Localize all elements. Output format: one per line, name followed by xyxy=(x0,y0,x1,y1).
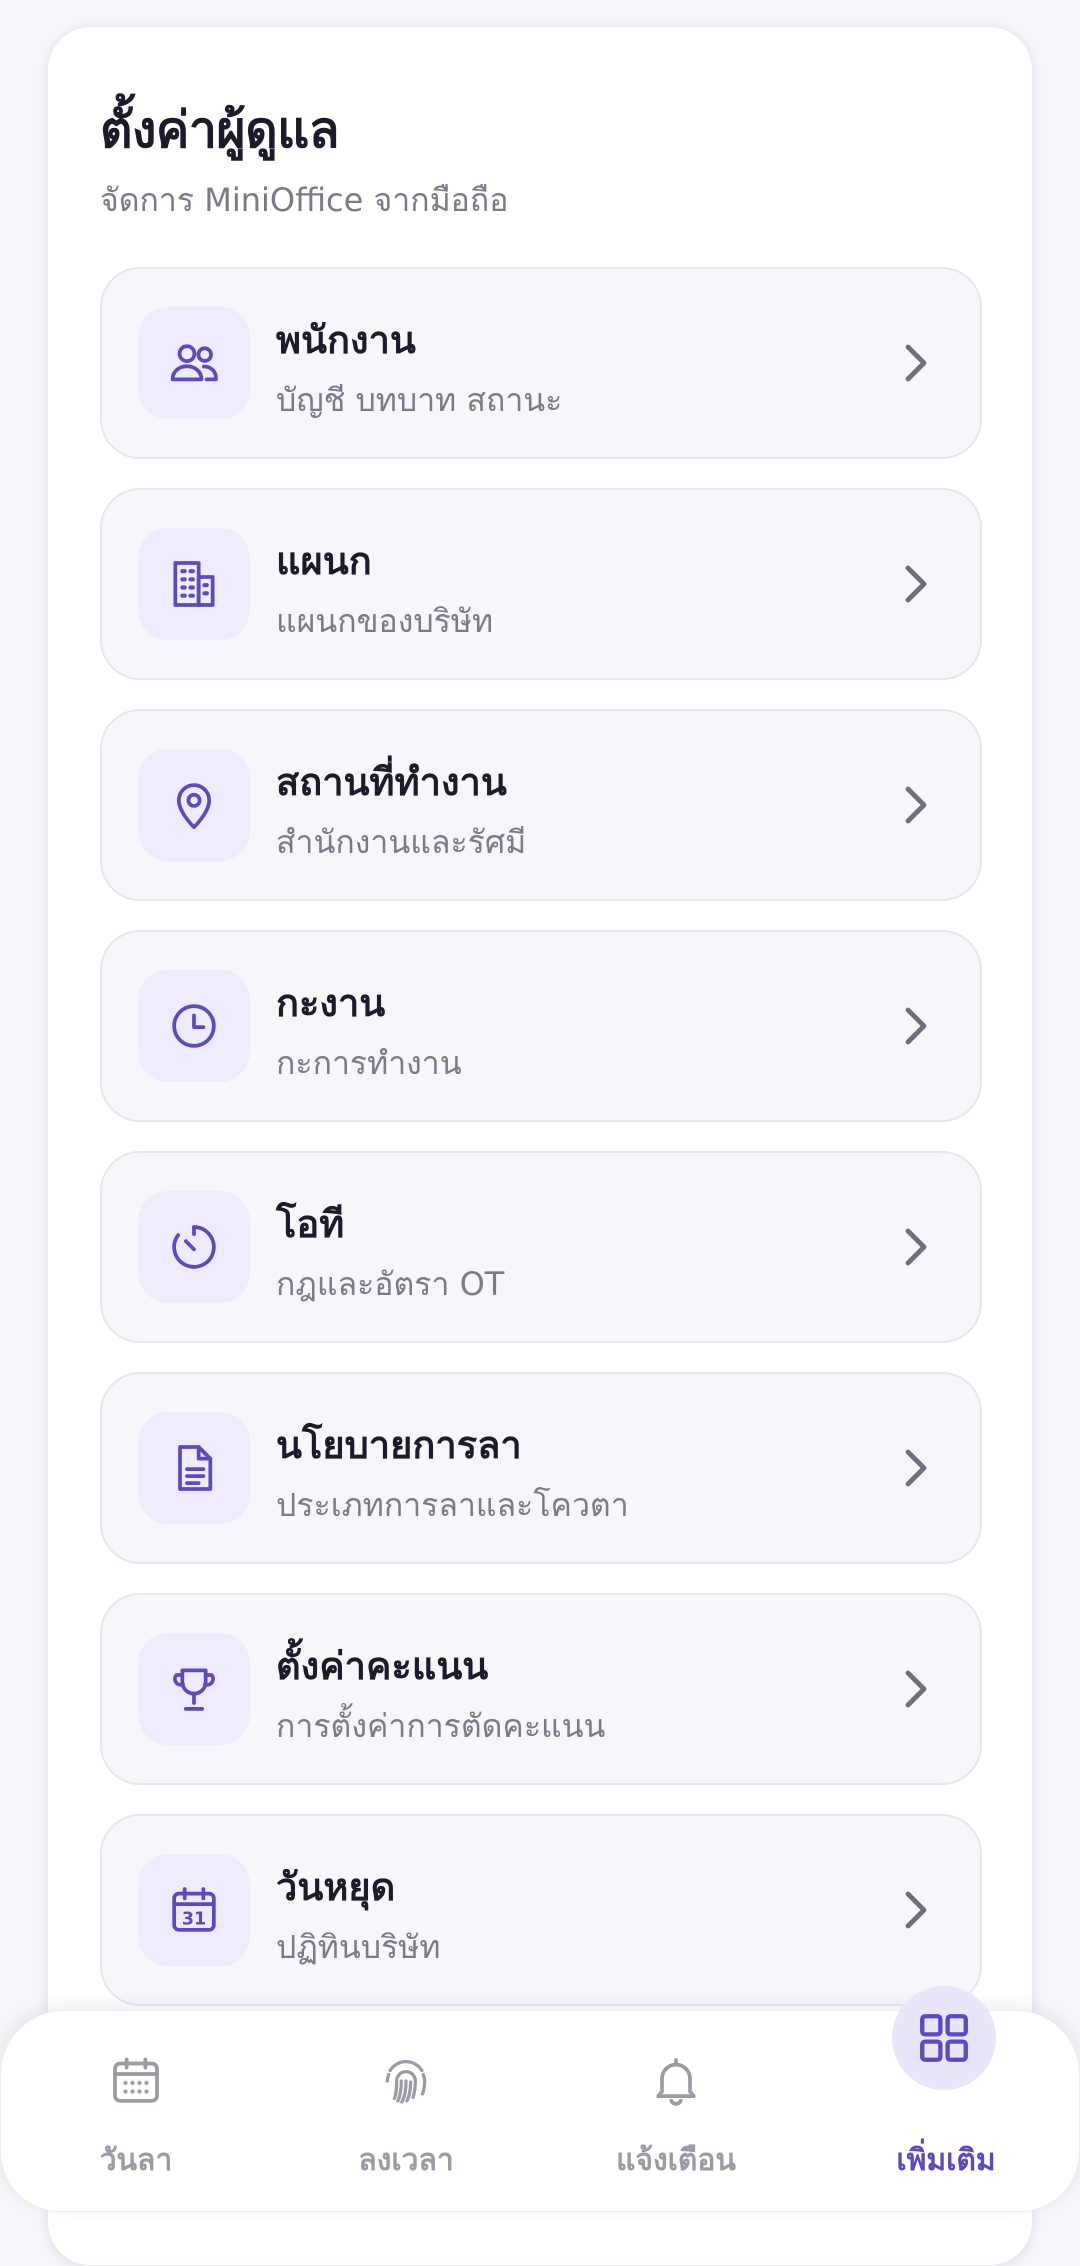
menu-item-overtime[interactable]: โอที กฎและอัตรา OT xyxy=(100,1151,982,1343)
admin-settings-card: ตั้งค่าผู้ดูแล จัดการ MiniOffice จากมือถ… xyxy=(47,26,1033,2266)
menu-item-description: สำนักงานและรัศมี xyxy=(276,823,527,861)
trophy-icon xyxy=(138,1633,250,1745)
chevron-right-icon xyxy=(905,344,927,382)
chevron-right-icon xyxy=(905,1007,927,1045)
menu-item-departments[interactable]: แผนก แผนกของบริษัท xyxy=(100,488,982,680)
menu-item-leave-policy[interactable]: นโยบายการลา ประเภทการลาและโควตา xyxy=(100,1372,982,1564)
menu-item-description: บัญชี บทบาท สถานะ xyxy=(276,381,563,419)
nav-item-leave[interactable]: วันลา xyxy=(16,2011,256,2213)
chevron-right-icon xyxy=(905,1228,927,1266)
chevron-right-icon xyxy=(905,1449,927,1487)
menu-item-score-settings[interactable]: ตั้งค่าคะแนน การตั้งค่าการตัดคะแนน xyxy=(100,1593,982,1785)
menu-item-title: วันหยุด xyxy=(276,1865,396,1909)
document-icon xyxy=(138,1412,250,1524)
fingerprint-icon xyxy=(385,2060,427,2104)
menu-item-title: พนักงาน xyxy=(276,318,416,362)
page-title: ตั้งค่าผู้ดูแล xyxy=(100,101,340,159)
menu-item-title: กะงาน xyxy=(276,981,386,1025)
chevron-right-icon xyxy=(905,1891,927,1929)
menu-item-title: นโยบายการลา xyxy=(276,1423,522,1467)
page-subtitle: จัดการ MiniOffice จากมือถือ xyxy=(100,181,509,219)
chevron-right-icon xyxy=(905,565,927,603)
menu-item-description: กฎและอัตรา OT xyxy=(276,1265,505,1303)
menu-item-description: ประเภทการลาและโควตา xyxy=(276,1486,629,1524)
calendar-icon: 31 xyxy=(138,1854,250,1966)
map-pin-icon xyxy=(138,749,250,861)
nav-label: แจ้งเตือน xyxy=(616,2143,736,2178)
menu-item-work-locations[interactable]: สถานที่ทำงาน สำนักงานและรัศมี xyxy=(100,709,982,901)
calendar-day-number: 31 xyxy=(182,1909,206,1929)
menu-item-shifts[interactable]: กะงาน กะการทำงาน xyxy=(100,930,982,1122)
menu-item-title: แผนก xyxy=(276,539,372,583)
nav-item-clock-in[interactable]: ลงเวลา xyxy=(286,2011,526,2213)
bell-icon xyxy=(656,2058,696,2106)
calendar-grid-icon xyxy=(113,2057,159,2103)
nav-label: ลงเวลา xyxy=(358,2143,454,2178)
settings-menu-list: พนักงาน บัญชี บทบาท สถานะ แผนก แผนกของบร… xyxy=(100,267,982,2035)
menu-item-title: ตั้งค่าคะแนน xyxy=(276,1644,489,1688)
menu-item-description: แผนกของบริษัท xyxy=(276,602,494,640)
menu-item-employees[interactable]: พนักงาน บัญชี บทบาท สถานะ xyxy=(100,267,982,459)
menu-item-description: ปฏิทินบริษัท xyxy=(276,1928,441,1966)
menu-item-holidays[interactable]: 31 วันหยุด ปฏิทินบริษัท xyxy=(100,1814,982,2006)
chevron-right-icon xyxy=(905,786,927,824)
nav-item-notifications[interactable]: แจ้งเตือน xyxy=(556,2011,796,2213)
menu-item-description: กะการทำงาน xyxy=(276,1044,462,1082)
menu-item-description: การตั้งค่าการตัดคะแนน xyxy=(276,1707,606,1745)
building-icon xyxy=(138,528,250,640)
menu-item-title: โอที xyxy=(276,1202,345,1246)
nav-more-active-bubble[interactable] xyxy=(892,1986,996,2090)
clock-icon xyxy=(138,970,250,1082)
grid-icon xyxy=(920,2014,968,2062)
chevron-right-icon xyxy=(905,1670,927,1708)
timer-icon xyxy=(138,1191,250,1303)
nav-label: วันลา xyxy=(99,2143,173,2178)
users-icon xyxy=(138,307,250,419)
menu-item-title: สถานที่ทำงาน xyxy=(276,760,507,804)
nav-label: เพิ่มเติม xyxy=(896,2143,996,2178)
